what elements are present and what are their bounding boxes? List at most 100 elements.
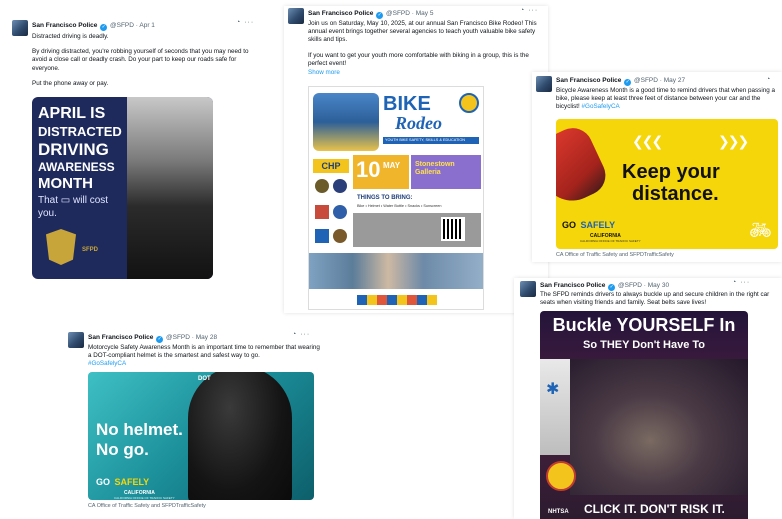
dot-separator: · — [659, 77, 662, 84]
officer-photo — [127, 97, 213, 279]
scene-illustration — [570, 359, 748, 495]
helmet-line2: No go. — [96, 440, 149, 459]
avatar[interactable] — [536, 76, 552, 92]
more-icon[interactable]: ··· — [740, 279, 750, 286]
agency-logos — [313, 179, 349, 249]
tweet-text-2: If you want to get your youth more comfo… — [308, 51, 529, 67]
hashtag-link[interactable]: #GoSafelyCA — [582, 103, 620, 110]
agency-logo-icon — [315, 179, 329, 193]
tweet-date[interactable]: May 28 — [196, 334, 217, 341]
brand-go: GO — [562, 220, 577, 230]
tweet-date[interactable]: May 5 — [416, 10, 434, 17]
account-handle[interactable]: @SFPD — [634, 77, 658, 84]
tweet-image-bike-rodeo[interactable]: BIKE Rodeo YOUTH BIKE SAFETY, SKILLS & E… — [308, 86, 484, 310]
tweet-date[interactable]: Apr 1 — [139, 22, 155, 29]
tweet-image-buckle-up[interactable]: Buckle YOURSELF In So THEY Don't Have To… — [540, 311, 748, 519]
grok-icon[interactable]: ◔ — [520, 7, 525, 14]
image-caption: CA Office of Traffic Safety and SFPDTraf… — [88, 503, 206, 509]
tweet-date[interactable]: May 27 — [664, 77, 685, 84]
tweet-text-main: Motorcycle Safety Awareness Month is an … — [88, 344, 320, 360]
avatar[interactable] — [12, 20, 28, 36]
qr-panel — [353, 213, 481, 247]
avatar[interactable] — [68, 332, 84, 348]
sponsor-row — [357, 295, 437, 305]
phone-icon: ▭ — [60, 195, 71, 206]
verified-icon: ✓ — [156, 336, 164, 343]
tweet-image-no-helmet[interactable]: DOT No helmet. No go. GO SAFELY CALIFORN… — [88, 372, 314, 500]
account-name[interactable]: San Francisco Police — [308, 10, 373, 17]
agency-logo-icon — [315, 229, 329, 243]
tweet-meta: San Francisco Police ✓ @SFPD · May 5 — [308, 9, 433, 19]
rodeo-word: Rodeo — [395, 113, 442, 133]
things-box: THINGS TO BRING: Bike • Helmet • Water B… — [353, 193, 481, 249]
image-caption: CA Office of Traffic Safety and SFPDTraf… — [556, 252, 674, 258]
star-of-life-icon: ✱ — [546, 381, 560, 398]
avatar[interactable] — [520, 281, 536, 297]
image-line5: MONTH — [38, 175, 93, 192]
image-line1: APRIL IS — [38, 105, 106, 122]
tweet-text: Bicycle Awareness Month is a good time t… — [556, 87, 778, 112]
bicycle-icon: 🚲︎ — [749, 220, 772, 240]
dot-separator: · — [411, 10, 414, 17]
account-name[interactable]: San Francisco Police — [88, 334, 153, 341]
agency-logo-icon — [333, 229, 347, 243]
go-safely-logo: GO SAFELY CALIFORNIA CALIFORNIA OFFICE O… — [562, 215, 641, 243]
venue-box: Stonestown Galleria — [411, 155, 481, 189]
brand-safely: SAFELY — [114, 477, 150, 487]
tweet-actions: ◔ — [766, 76, 771, 83]
tweet-date[interactable]: May 30 — [648, 282, 669, 289]
grok-icon[interactable]: ◔ — [766, 76, 771, 83]
qr-code-icon — [441, 217, 465, 241]
account-handle[interactable]: @SFPD — [110, 22, 134, 29]
more-icon[interactable]: ··· — [528, 7, 538, 14]
tweet-meta: San Francisco Police ✓ @SFPD · May 28 — [88, 333, 217, 343]
agency-logo-icon — [333, 205, 347, 219]
tag-word-2: will cost — [73, 195, 109, 206]
tweet-image-distracted-driving[interactable]: APRIL IS DISTRACTED DRIVING AWARENESS MO… — [32, 97, 213, 279]
account-handle[interactable]: @SFPD — [386, 10, 410, 17]
tweet-meta: San Francisco Police ✓ @SFPD · May 27 — [556, 76, 685, 86]
agency-logo-icon — [333, 179, 347, 193]
date-month: MAY — [383, 161, 401, 170]
more-icon[interactable]: ··· — [244, 19, 254, 26]
grok-icon[interactable]: ◔ — [732, 279, 737, 286]
tweet-actions: ◔ ··· — [520, 7, 538, 14]
venue-name: Stonestown Galleria — [415, 161, 455, 176]
avatar[interactable] — [288, 8, 304, 24]
tweet-text-3: Put the phone away or pay. — [32, 79, 109, 87]
account-handle[interactable]: @SFPD — [166, 334, 190, 341]
image-tagline: That ▭ will cost — [38, 195, 108, 206]
account-name[interactable]: San Francisco Police — [540, 282, 605, 289]
rodeo-title-panel: BIKE Rodeo YOUTH BIKE SAFETY, SKILLS & E… — [381, 93, 481, 153]
tweet-text: Distracted driving is deadly. By driving… — [32, 33, 260, 95]
tweet-text-1: Distracted driving is deadly. — [32, 33, 109, 40]
image-line4: AWARENESS — [38, 160, 115, 174]
verified-icon: ✓ — [376, 12, 384, 19]
show-more-link[interactable]: Show more — [308, 69, 542, 77]
tweet-card-may27: San Francisco Police ✓ @SFPD · May 27 ◔ … — [532, 72, 782, 262]
brand-ots: CALIFORNIA OFFICE OF TRAFFIC SAFETY — [580, 239, 641, 243]
hashtag-link[interactable]: #GoSafelyCA — [88, 360, 320, 368]
account-name[interactable]: San Francisco Police — [32, 22, 97, 29]
grok-icon[interactable]: ◔ — [236, 19, 241, 26]
helmet-badge-icon — [459, 93, 479, 113]
tweet-actions: ◔ ··· — [732, 279, 750, 286]
things-title: THINGS TO BRING: — [357, 195, 413, 201]
dot-label: DOT — [198, 376, 211, 382]
more-icon[interactable]: ··· — [300, 331, 310, 338]
things-list: Bike • Helmet • Water Bottle • Snacks • … — [357, 204, 442, 208]
tweet-text: Motorcycle Safety Awareness Month is an … — [88, 344, 320, 369]
event-photos — [309, 253, 483, 289]
account-handle[interactable]: @SFPD — [618, 282, 642, 289]
grok-icon[interactable]: ◔ — [292, 331, 297, 338]
tweet-meta: San Francisco Police ✓ @SFPD · Apr 1 — [32, 21, 155, 31]
sfpd-badge-icon — [546, 461, 576, 491]
badge-label: SFPD — [82, 247, 99, 253]
brand-go: GO — [96, 477, 111, 487]
account-name[interactable]: San Francisco Police — [556, 77, 621, 84]
ambulance-illustration: ✱ — [540, 359, 570, 455]
tweet-meta: San Francisco Police ✓ @SFPD · May 30 — [540, 281, 669, 291]
tweet-image-keep-distance[interactable]: ❮❮❮ ❯❯❯ Keep your distance. GO SAFELY CA… — [556, 119, 778, 249]
tweet-card-may30: San Francisco Police ✓ @SFPD · May 30 ◔ … — [514, 278, 782, 519]
tweet-text: Join us on Saturday, May 10, 2025, at ou… — [308, 20, 542, 77]
